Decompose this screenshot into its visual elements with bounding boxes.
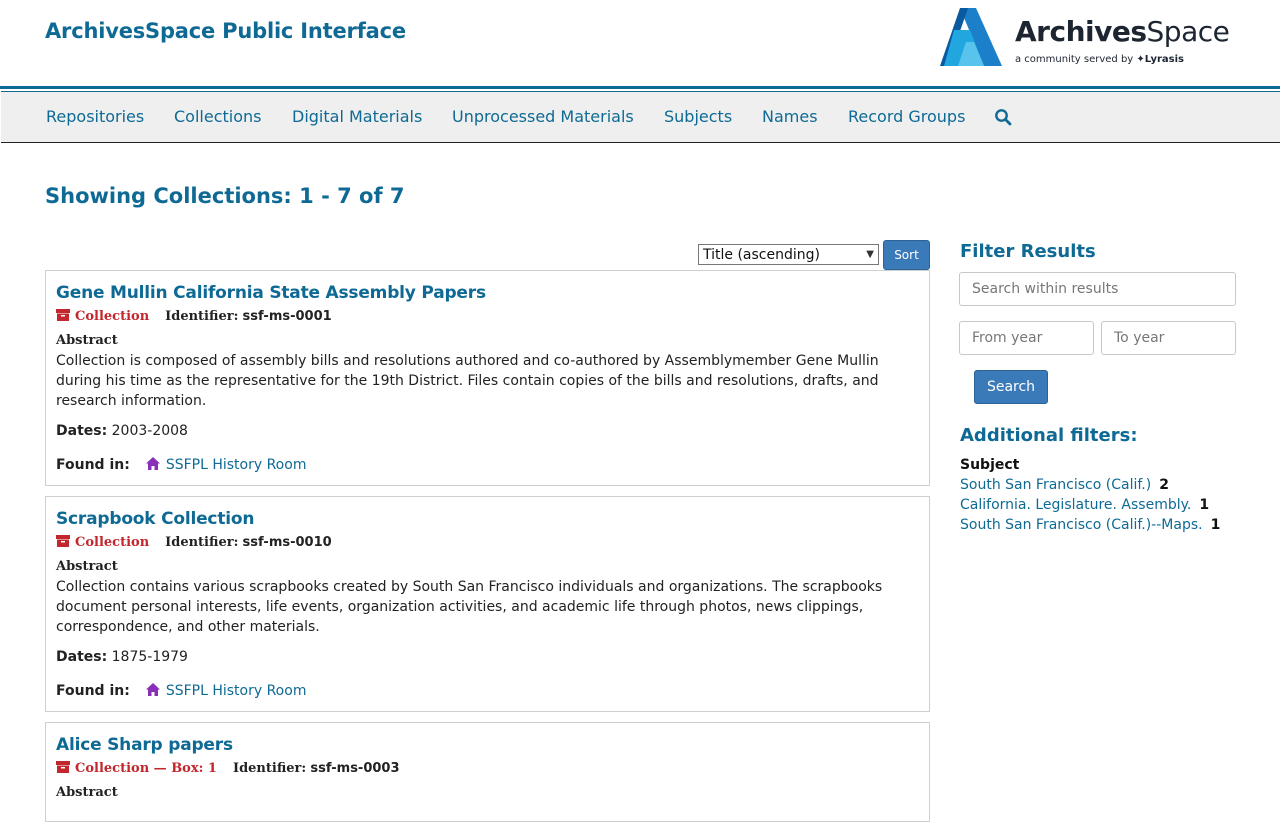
found-in-label: Found in: [56,683,130,699]
logo-word-light: Space [1146,15,1230,48]
result-title-link[interactable]: Gene Mullin California State Assembly Pa… [56,283,486,303]
nav-names[interactable]: Names [762,107,818,126]
home-icon [145,683,160,696]
site-title-link[interactable]: ArchivesSpace Public Interface [45,19,406,43]
additional-filters-heading: Additional filters: [960,425,1138,446]
search-button[interactable]: Search [974,370,1048,404]
facet-link[interactable]: South San Francisco (Calif.) [960,477,1151,493]
facet-count: 2 [1159,477,1169,493]
subject-facet-heading: Subject [960,457,1020,473]
dates-label: Dates: [56,423,108,439]
facet-link[interactable]: California. Legislature. Assembly. [960,497,1191,513]
nav-repositories[interactable]: Repositories [46,107,144,126]
archive-box-icon [56,761,70,773]
identifier-value: ssf-ms-0010 [242,535,332,550]
abstract-label: Abstract [56,333,118,348]
header-rule [0,86,1280,89]
dates-label: Dates: [56,649,108,665]
result-card: Scrapbook Collection Collection Identifie… [45,496,930,712]
abstract-label: Abstract [56,785,118,800]
search-icon[interactable] [994,108,1012,126]
facet-item: South San Francisco (Calif.)--Maps. 1 [960,517,1220,533]
result-meta: Collection Identifier: ssf-ms-0001 [56,309,332,327]
dates-value: 2003-2008 [111,423,188,439]
result-card: Alice Sharp papers Collection — Box: 1 Id… [45,722,930,822]
result-title-link[interactable]: Alice Sharp papers [56,735,233,755]
result-type: Collection [75,309,150,324]
facet-count: 1 [1210,517,1221,533]
nav-collections[interactable]: Collections [174,107,261,126]
result-meta: Collection — Box: 1 Identifier: ssf-ms-00… [56,761,400,779]
found-in-row: Found in: SSFPL History Room [56,457,306,473]
result-type: Collection [75,535,150,550]
archive-box-icon [56,309,70,321]
logo-word-bold: Archives [1015,15,1147,48]
to-year-input[interactable]: To year [1101,321,1236,355]
found-in-row: Found in: SSFPL History Room [56,683,306,699]
page-title: Showing Collections: 1 - 7 of 7 [45,184,405,208]
facet-item: South San Francisco (Calif.) 2 [960,477,1169,493]
identifier-label: Identifier: [165,535,239,550]
abstract-label: Abstract [56,559,118,574]
nav-digital-materials[interactable]: Digital Materials [292,107,422,126]
dates-row: Dates: 1875-1979 [56,649,188,665]
chevron-down-icon: ▼ [866,249,874,260]
identifier-label: Identifier: [232,761,307,776]
sort-button[interactable]: Sort [883,240,930,270]
identifier-value: ssf-ms-0003 [310,761,400,776]
page-header: ArchivesSpace Public Interface ArchivesS… [0,0,1280,86]
search-within-input[interactable]: Search within results [959,272,1236,306]
filter-results-heading: Filter Results [960,241,1096,262]
result-type: Collection — Box: 1 [75,761,217,776]
facet-link[interactable]: South San Francisco (Calif.)--Maps. [960,517,1203,533]
archivesspace-logo-mark-icon [940,8,1002,66]
nav-unprocessed-materials[interactable]: Unprocessed Materials [452,107,634,126]
facet-count: 1 [1199,497,1210,513]
repository-link[interactable]: SSFPL History Room [166,457,307,473]
nav-record-groups[interactable]: Record Groups [848,107,965,126]
archive-box-icon [56,535,70,547]
logo-tagline-brand: ✦Lyrasis [1136,54,1185,65]
identifier-value: ssf-ms-0001 [242,309,332,324]
abstract-text: Collection contains various scrapbooks c… [56,579,883,635]
result-title-link[interactable]: Scrapbook Collection [56,509,254,529]
logo-tagline-text: a community served by [1015,54,1134,65]
nav-subjects[interactable]: Subjects [664,107,732,126]
dates-row: Dates: 2003-2008 [56,423,188,439]
result-meta: Collection Identifier: ssf-ms-0010 [56,535,332,553]
found-in-label: Found in: [56,457,130,473]
sort-select-value: Title (ascending) [703,246,820,263]
archivesspace-logo[interactable]: ArchivesSpace a community served by ✦Lyr… [940,6,1230,70]
abstract-text: Collection is composed of assembly bills… [56,353,879,409]
logo-tagline: a community served by ✦Lyrasis [1015,54,1184,65]
dates-value: 1875-1979 [111,649,188,665]
repository-link[interactable]: SSFPL History Room [166,683,307,699]
sort-select[interactable]: Title (ascending) ▼ [698,244,879,265]
result-card: Gene Mullin California State Assembly Pa… [45,270,930,486]
logo-wordmark: ArchivesSpace [1015,15,1230,48]
facet-item: California. Legislature. Assembly. 1 [960,497,1209,513]
home-icon [145,457,160,470]
from-year-input[interactable]: From year [959,321,1094,355]
main-nav: Repositories Collections Digital Materia… [1,91,1280,143]
identifier-label: Identifier: [165,309,239,324]
